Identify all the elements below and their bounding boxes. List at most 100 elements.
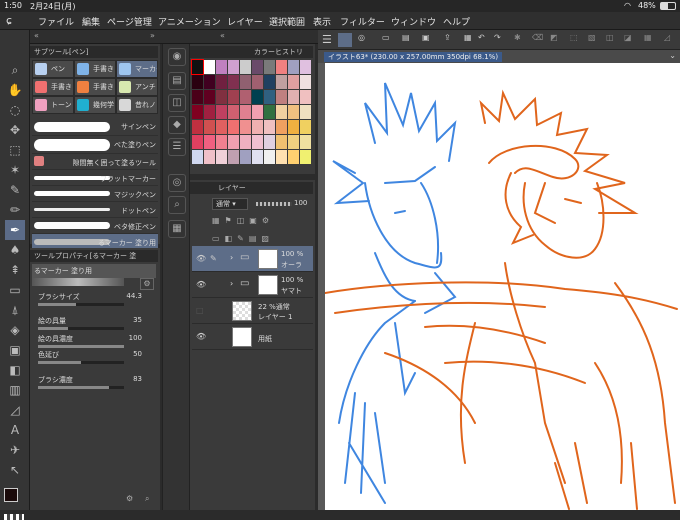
crop-icon[interactable]: ◪ — [624, 33, 632, 42]
color-swatch[interactable] — [252, 60, 263, 74]
color-swatch[interactable] — [264, 135, 275, 149]
menu-page[interactable]: ページ管理 — [107, 15, 152, 28]
menu-edit[interactable]: 編集 — [82, 15, 100, 28]
color-swatch[interactable] — [191, 59, 204, 75]
eraser-icon[interactable]: ▭ — [5, 280, 25, 300]
brush-item[interactable]: サインペン — [32, 118, 158, 136]
blend-tool-icon[interactable]: ⍋ — [5, 300, 25, 320]
settings-icon[interactable]: ⚙ — [126, 494, 133, 503]
color-swatch[interactable] — [288, 75, 299, 89]
subtool-tab-pen[interactable]: ペン — [32, 60, 74, 78]
search-icon[interactable]: ⌕ — [145, 494, 149, 504]
color-swatch[interactable] — [252, 135, 263, 149]
layer-row[interactable]: 👁 › ▭ 100 % ヤマト — [192, 272, 313, 298]
color-swatch[interactable] — [192, 105, 203, 119]
fill-tool-icon[interactable]: ◈ — [5, 320, 25, 340]
menu-layer[interactable]: レイヤー — [227, 15, 263, 28]
color-swatch[interactable] — [300, 135, 311, 149]
color-swatch[interactable] — [240, 90, 251, 104]
move-tool-icon[interactable]: ✥ — [5, 120, 25, 140]
subtool-tab-tone[interactable]: トーン — [32, 96, 74, 114]
canvas-drawing[interactable] — [324, 63, 680, 510]
color-swatch[interactable] — [216, 90, 227, 104]
menu-animation[interactable]: アニメーション — [158, 15, 221, 28]
color-swatch[interactable] — [288, 120, 299, 134]
fill-selection-icon[interactable]: ◩ — [550, 33, 558, 42]
gradient-icon[interactable]: ▣ — [5, 340, 25, 360]
color-swatch[interactable] — [288, 150, 299, 164]
property-paint-amount[interactable]: 絵の具量 35 — [38, 316, 156, 330]
color-swatch[interactable] — [240, 75, 251, 89]
color-swatch[interactable] — [276, 135, 287, 149]
color-swatch[interactable] — [288, 60, 299, 74]
redo-icon[interactable]: ↷ — [494, 33, 501, 42]
color-swatch[interactable] — [228, 135, 239, 149]
brush-item[interactable]: べた塗りペン — [32, 136, 158, 154]
color-swatch[interactable] — [252, 120, 263, 134]
color-swatch[interactable] — [252, 105, 263, 119]
color-swatch[interactable] — [300, 120, 311, 134]
pencil-icon[interactable]: ✏ — [5, 200, 25, 220]
eyedropper-icon[interactable]: ✎ — [5, 180, 25, 200]
color-swatch[interactable] — [204, 120, 215, 134]
menu-window[interactable]: ウィンドウ — [391, 15, 436, 28]
open-file-icon[interactable]: ▤ — [402, 33, 410, 42]
layer-action-icons[interactable]: ▦⚑◫▣⚙ — [212, 216, 312, 230]
color-swatch[interactable] — [204, 135, 215, 149]
color-swatch[interactable] — [192, 150, 203, 164]
transparent-color-icon[interactable] — [4, 514, 24, 520]
brush-item[interactable]: ドットペン — [32, 202, 158, 218]
color-swatch[interactable] — [216, 75, 227, 89]
correct-line-icon[interactable]: ↖ — [5, 460, 25, 480]
color-swatch[interactable] — [252, 150, 263, 164]
menu-filter[interactable]: フィルター — [340, 15, 385, 28]
color-swatch[interactable] — [240, 150, 251, 164]
ruler-icon[interactable]: ◿ — [664, 33, 670, 42]
palette-info-icon[interactable]: ▦ — [168, 220, 186, 238]
main-color-swatch[interactable] — [4, 488, 18, 502]
select-tool-icon[interactable]: ⬚ — [5, 140, 25, 160]
magic-wand-icon[interactable]: ✶ — [5, 160, 25, 180]
menu-selection[interactable]: 選択範囲 — [269, 15, 305, 28]
undo-icon[interactable]: ↶ — [478, 33, 485, 42]
pen-tool-icon[interactable]: ✒ — [5, 220, 25, 240]
subtool-tab-antialias[interactable]: アンチ — [116, 78, 158, 96]
wrench-icon[interactable]: ⚙ — [140, 278, 154, 290]
color-swatch[interactable] — [276, 75, 287, 89]
grid-icon[interactable]: ▦ — [644, 33, 652, 42]
text-tool-icon[interactable]: A — [5, 420, 25, 440]
balloon-tool-icon[interactable]: ✈ — [5, 440, 25, 460]
color-swatch[interactable] — [216, 105, 227, 119]
color-swatch[interactable] — [216, 120, 227, 134]
transform-icon[interactable]: ⬚ — [570, 33, 578, 42]
property-brush-density[interactable]: ブラシ濃度 83 — [38, 375, 156, 389]
export-icon[interactable]: ⇪ — [444, 33, 451, 42]
camera-icon[interactable]: ◎ — [358, 33, 365, 42]
color-swatch[interactable] — [276, 90, 287, 104]
color-swatch[interactable] — [192, 135, 203, 149]
subtool-tab-handwriting-2[interactable]: 手書きま — [32, 78, 74, 96]
opacity-slider[interactable] — [256, 202, 292, 206]
menu-help[interactable]: ヘルプ — [443, 15, 470, 28]
color-swatch[interactable] — [264, 105, 275, 119]
color-swatch[interactable] — [276, 150, 287, 164]
subtool-tab-other[interactable]: 昔れノ — [116, 96, 158, 114]
property-color-stretch[interactable]: 色延び 50 — [38, 350, 156, 364]
color-swatch[interactable] — [276, 120, 287, 134]
layer-row[interactable]: □ 22 %通常 レイヤー 1 — [192, 298, 313, 324]
color-swatch[interactable] — [204, 150, 215, 164]
color-swatch[interactable] — [276, 105, 287, 119]
color-swatch[interactable] — [216, 135, 227, 149]
collapse-middle-icon[interactable]: « — [220, 31, 225, 40]
color-swatch[interactable] — [264, 90, 275, 104]
palette-search-icon[interactable]: ⌕ — [168, 196, 186, 214]
color-swatch[interactable] — [300, 150, 311, 164]
color-swatch[interactable] — [228, 75, 239, 89]
eye-icon[interactable]: 👁 — [196, 332, 206, 341]
color-swatch[interactable] — [204, 90, 215, 104]
palette-navigator-icon[interactable]: ◎ — [168, 174, 186, 192]
subtool-tab-handwriting[interactable]: 手書き — [74, 60, 116, 78]
color-swatch[interactable] — [240, 60, 251, 74]
canvas-title-tab[interactable]: イラスト63* (230.00 x 257.00mm 350dpi 68.1%) — [324, 52, 503, 62]
tab-menu-icon[interactable]: ⌄ — [669, 51, 676, 60]
